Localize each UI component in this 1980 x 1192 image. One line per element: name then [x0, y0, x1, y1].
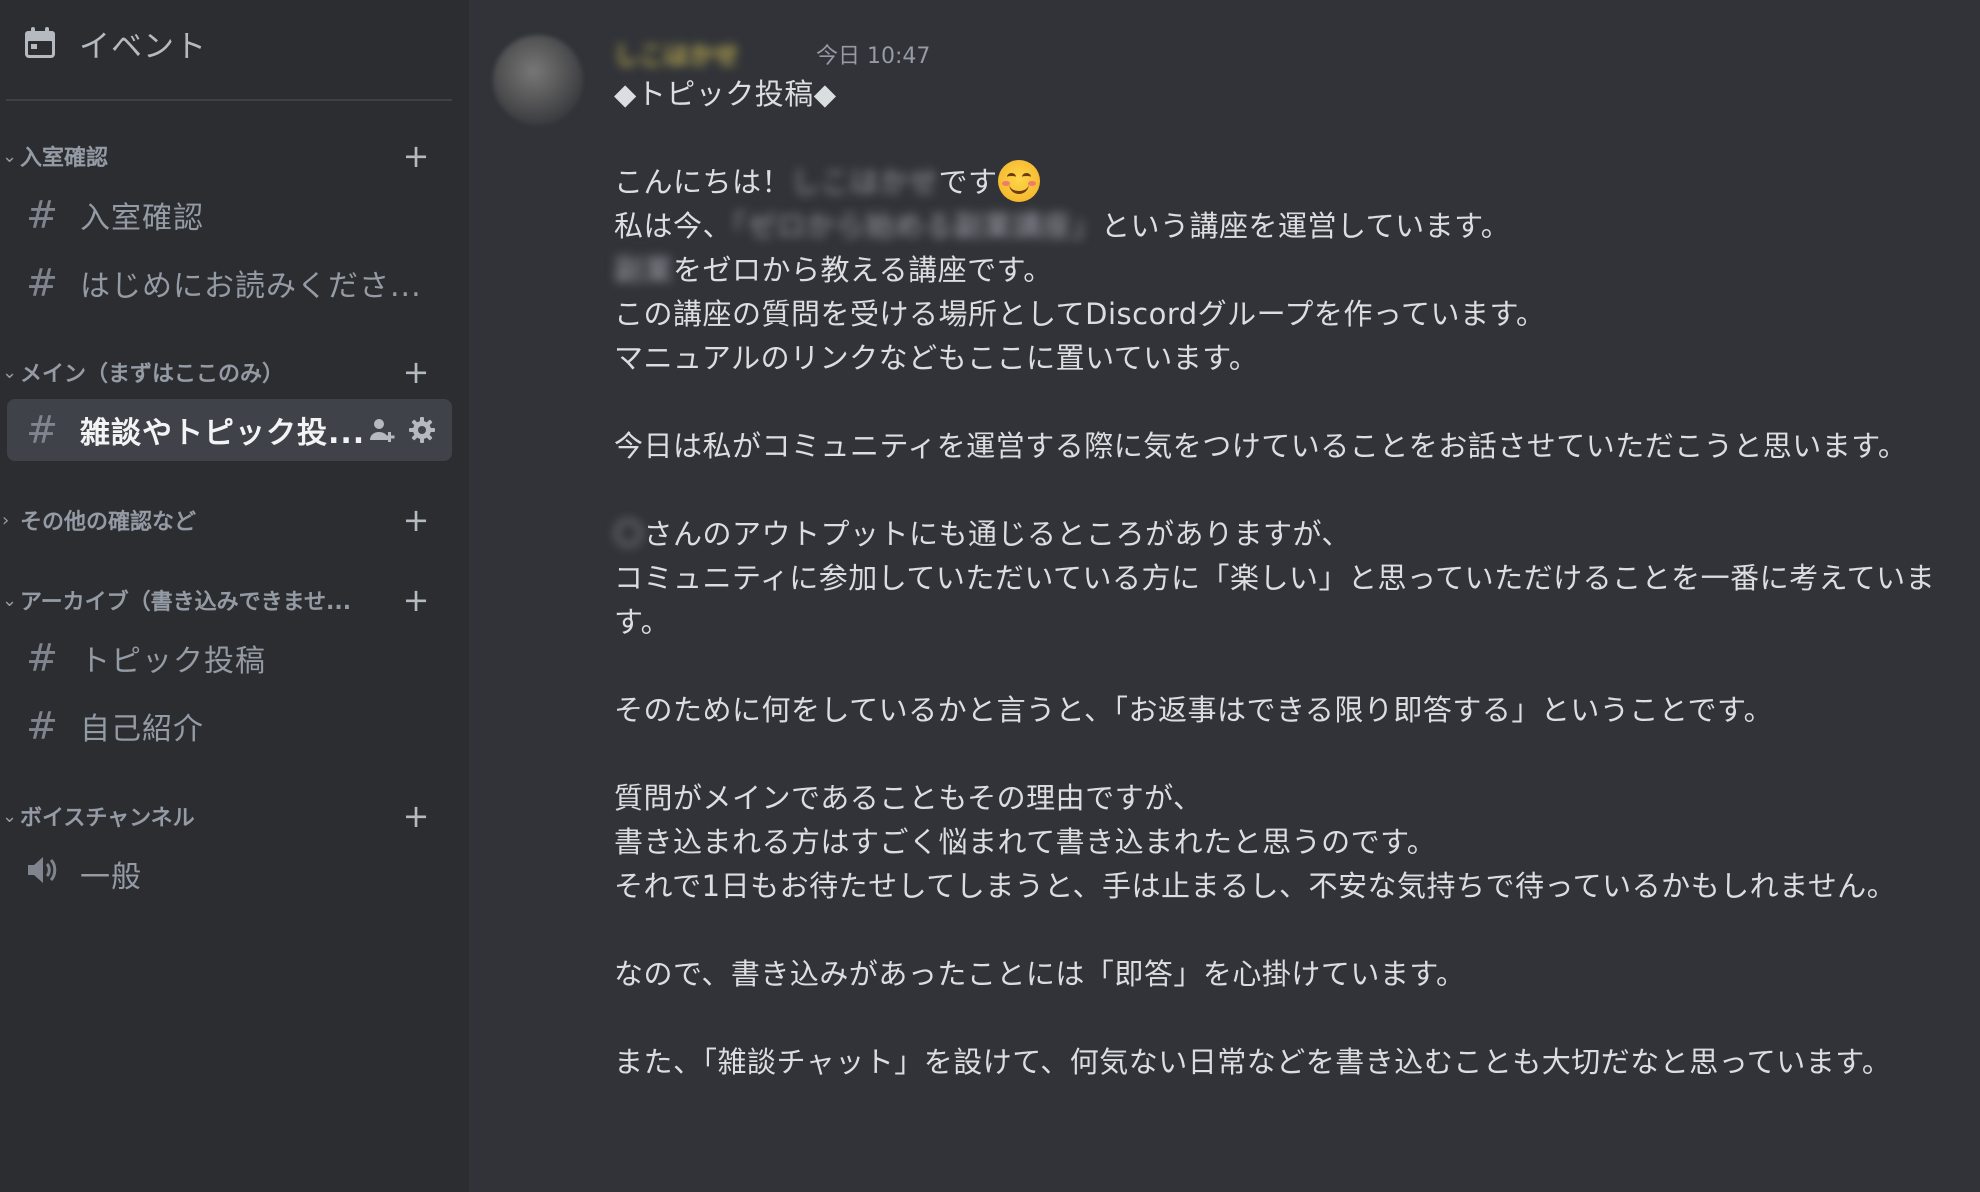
category-name: アーカイブ（書き込みできませ... [20, 590, 352, 615]
create-channel-icon[interactable]: + [400, 140, 432, 172]
hash-icon: # [26, 408, 58, 452]
events-item[interactable]: イベント [18, 18, 438, 68]
hash-icon: # [26, 636, 58, 680]
redacted-text: 副業 [614, 253, 674, 287]
category-name: その他の確認など [20, 510, 197, 535]
chevron-down-icon: ⌄ [2, 589, 18, 611]
events-label: イベント [79, 28, 207, 65]
message-line: こんにちは！しこはかせです [614, 160, 1964, 204]
redacted-text: 〇 [614, 517, 644, 551]
create-channel-icon[interactable]: + [400, 504, 432, 536]
voice-channel-item[interactable]: 一般 [7, 843, 452, 905]
message-content: ◆トピック投稿◆ こんにちは！しこはかせです 私は今、「ゼロから始める副業講座」… [614, 72, 1964, 1084]
chevron-down-icon: ⌄ [2, 145, 18, 167]
invite-user-icon[interactable] [366, 414, 398, 446]
category-name: ボイスチャンネル [20, 806, 195, 831]
channel-name: 雑談やトピック投... [80, 416, 366, 451]
message-line: 副業をゼロから教える講座です。 [614, 253, 1053, 287]
category-voice[interactable]: ⌄ ボイスチャンネル + [0, 796, 452, 836]
message-line: 今日は私がコミュニティを運営する際に気をつけていることをお話させていただこうと思… [614, 429, 1908, 463]
message-line: また、「雑談チャット」を設けて、何気ない日常などを書き込むことも大切だなと思って… [614, 1045, 1892, 1079]
channel-name: はじめにお読みくださ... [80, 269, 422, 304]
message-line: なので、書き込みがあったことには「即答」を心掛けています。 [614, 957, 1466, 991]
avatar[interactable] [493, 35, 583, 125]
create-channel-icon[interactable]: + [400, 584, 432, 616]
timestamp: 今日 10:47 [816, 44, 931, 69]
channel-item[interactable]: # 自己紹介 [7, 695, 452, 757]
channel-name: 一般 [80, 860, 142, 895]
speaker-icon [22, 852, 62, 897]
category-name: 入室確認 [20, 146, 109, 171]
channel-sidebar: イベント ⌄ 入室確認 + # 入室確認 # はじめにお読みくださ... ⌄ メ… [0, 0, 469, 1192]
gear-icon[interactable] [406, 414, 438, 446]
message-header: しこはかせ 今日 10:47 [614, 34, 930, 74]
channel-name: 入室確認 [80, 201, 204, 236]
hash-icon: # [26, 261, 58, 305]
category-main[interactable]: ⌄ メイン（まずはここのみ） + [0, 352, 452, 392]
channel-item[interactable]: # はじめにお読みくださ... [7, 252, 452, 314]
message-line: それで1日もお待たせしてしまうと、手は止まるし、不安な気持ちで待っているかもしれ… [614, 869, 1897, 903]
hash-icon: # [26, 193, 58, 237]
message-line: 書き込まれる方はすごく悩まれて書き込まれたと思うのです。 [614, 825, 1437, 859]
channel-item-active[interactable]: # 雑談やトピック投... [7, 399, 452, 461]
message-line: そのために何をしているかと言うと、「お返事はできる限り即答する」ということです。 [614, 693, 1774, 727]
redacted-text: 「ゼロから始める副業講座」 [732, 209, 1102, 243]
category-name: メイン（まずはここのみ） [20, 362, 285, 387]
calendar-icon [23, 26, 57, 60]
message-line: マニュアルのリンクなどもここに置いています。 [614, 341, 1259, 375]
chevron-down-icon: ⌄ [2, 361, 18, 383]
channel-name: トピック投稿 [80, 644, 266, 679]
create-channel-icon[interactable]: + [400, 800, 432, 832]
message-line: 〇さんのアウトプットにも通じるところがありますが、 [614, 517, 1351, 551]
hash-icon: # [26, 704, 58, 748]
category-archive[interactable]: ⌄ アーカイブ（書き込みできませ... + [0, 580, 452, 620]
create-channel-icon[interactable]: + [400, 356, 432, 388]
username[interactable]: しこはかせ [614, 36, 800, 72]
smile-emoji-icon [997, 160, 1040, 202]
message-line: コミュニティに参加していただいている方に「楽しい」と思っていただけることを一番に… [614, 561, 1936, 639]
channel-item[interactable]: # トピック投稿 [7, 627, 452, 689]
divider [6, 99, 452, 101]
channel-item[interactable]: # 入室確認 [7, 184, 452, 246]
category-nyushitsu[interactable]: ⌄ 入室確認 + [0, 136, 452, 176]
category-others[interactable]: › その他の確認など + [0, 500, 452, 540]
redacted-text: しこはかせ [791, 165, 939, 199]
message-line: ◆トピック投稿◆ [614, 77, 837, 111]
message-line: この講座の質問を受ける場所としてDiscordグループを作っています。 [614, 297, 1546, 331]
channel-name: 自己紹介 [80, 712, 204, 747]
chevron-down-icon: ⌄ [2, 805, 18, 827]
chevron-right-icon: › [2, 509, 10, 531]
message-line: 私は今、「ゼロから始める副業講座」という講座を運営しています。 [614, 209, 1511, 243]
message-line: 質問がメインであることもその理由ですが、 [614, 781, 1203, 815]
